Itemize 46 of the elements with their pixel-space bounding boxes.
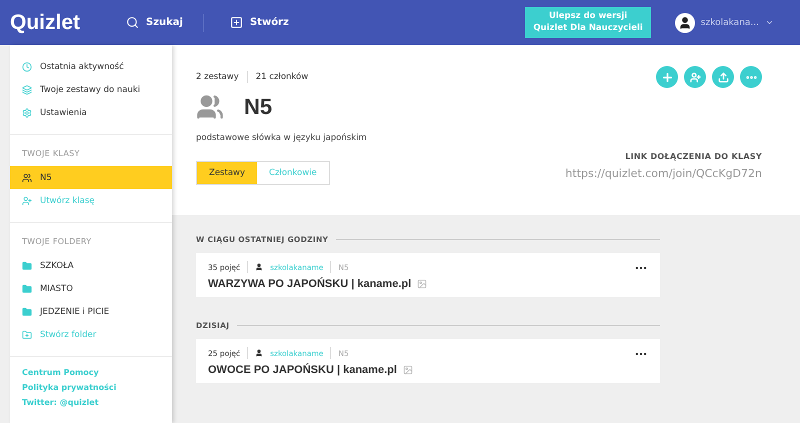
image-icon [417, 279, 428, 289]
folder-item[interactable]: SZKOŁA [10, 254, 172, 277]
user-menu[interactable]: szkolakana... [668, 12, 780, 34]
class-stat: 2 zestawy [196, 72, 239, 82]
people-icon [196, 93, 224, 121]
add-member-button[interactable] [684, 66, 706, 88]
create-button[interactable]: Stwórz [222, 16, 309, 29]
avatar-icon [674, 12, 695, 32]
clock-icon [22, 62, 32, 72]
add-button[interactable] [656, 66, 678, 88]
caret-icon [765, 18, 774, 27]
set-title[interactable]: OWOCE PO JAPOŃSKU | kaname.pl [208, 364, 413, 376]
add-people-icon [22, 196, 32, 206]
image-icon [402, 365, 413, 375]
upload-icon [718, 72, 728, 82]
join-link-label: LINK DOŁĄCZENIA DO KLASY [625, 152, 762, 161]
user-icon [255, 349, 264, 357]
set-title[interactable]: WARZYWA PO JAPOŃSKU | kaname.pl [208, 278, 428, 290]
class-stat: 21 członków [256, 72, 308, 82]
settings-icon [22, 108, 32, 118]
upload-button[interactable] [712, 66, 734, 88]
search-icon [126, 16, 139, 29]
logo[interactable]: Quizlet [10, 10, 118, 34]
plus-icon [660, 70, 674, 84]
folder-icon [22, 284, 32, 294]
folder-item[interactable]: JEDZENIE i PICIE [10, 300, 172, 323]
search-button[interactable]: Szukaj [118, 16, 203, 29]
sidebar-item[interactable]: N5 [10, 166, 172, 189]
plus-square-icon [230, 16, 243, 29]
class-description: podstawowe słówka w języku japońskim [196, 133, 367, 143]
folder-item[interactable]: MIASTO [10, 277, 172, 300]
section-heading: TWOJE FOLDERY [21, 236, 92, 248]
sidebar-item[interactable]: Ustawienia [10, 101, 172, 124]
folder-icon [22, 306, 32, 316]
user-icon [255, 263, 264, 271]
more-button[interactable] [740, 66, 762, 88]
folder-icon [22, 260, 32, 270]
folder-plus-icon [22, 330, 32, 340]
tab[interactable]: Zestawy [197, 162, 258, 184]
people-icon [22, 172, 32, 182]
sidebar-item[interactable]: Twoje zestawy do nauki [10, 78, 172, 101]
add-person-icon [690, 72, 700, 82]
sidebar-item[interactable]: Ostatnia aktywność [10, 55, 172, 78]
class-title: N5 [244, 94, 272, 120]
section-heading: TWOJE KLASY [21, 148, 81, 160]
stack-icon [22, 84, 32, 94]
